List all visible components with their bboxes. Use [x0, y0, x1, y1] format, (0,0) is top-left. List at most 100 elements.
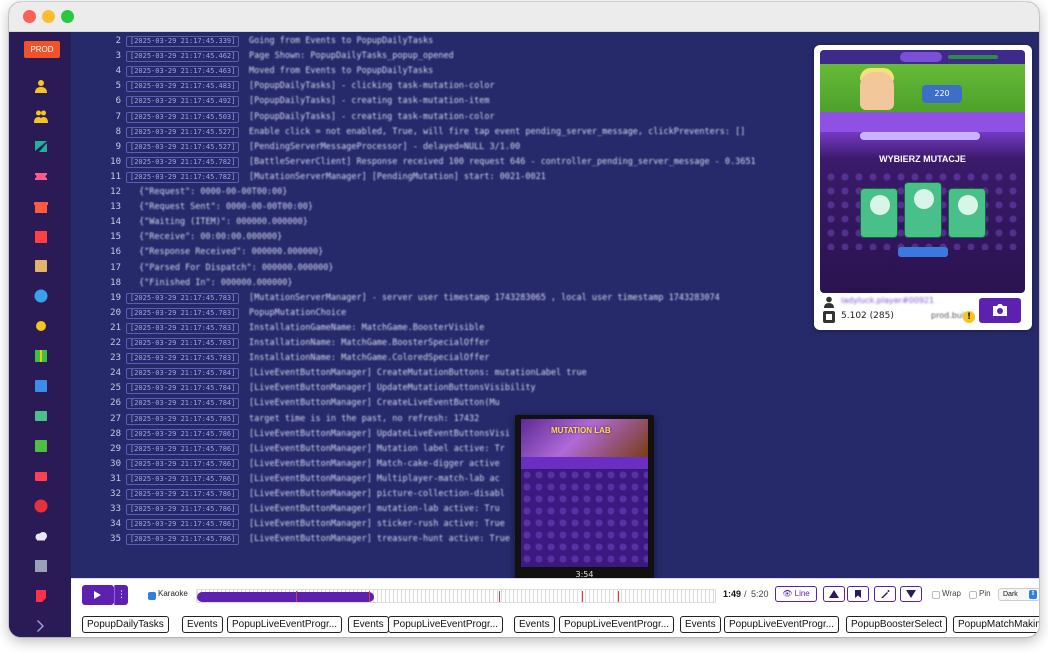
event-chip[interactable]: PopupMatchMaking: [953, 616, 1039, 633]
log-message: InstallationName: MatchGame.BoosterSpeci…: [249, 338, 490, 348]
globe-icon[interactable]: [34, 289, 48, 303]
log-line[interactable]: 21 [2025-03-29 21:17:45.783] InstallationG…: [71, 321, 809, 336]
gift-icon[interactable]: [34, 199, 48, 213]
log-line[interactable]: 12 {"Request": 0000-00-00T00:00}: [71, 185, 809, 200]
log-line[interactable]: 24 [2025-03-29 21:17:45.784] [LiveEventBut…: [71, 366, 809, 381]
gift-box-icon[interactable]: [34, 349, 48, 363]
log-line[interactable]: 32 [2025-03-29 21:17:45.786] [LiveEventBut…: [71, 487, 809, 502]
line-number: 27: [110, 413, 121, 424]
log-line[interactable]: 22 [2025-03-29 21:17:45.783] InstallationN…: [71, 336, 809, 351]
timeline-scrubber[interactable]: [196, 589, 716, 603]
package-icon[interactable]: [34, 259, 48, 273]
log-line[interactable]: 14 {"Waiting (ITEM)": 000000.000000}: [71, 215, 809, 230]
scroll-down-button[interactable]: [900, 586, 922, 602]
video-preview-popup[interactable]: MUTATION LAB 3:54: [515, 415, 654, 586]
event-chip[interactable]: Events: [348, 616, 389, 633]
zendesk-icon[interactable]: [34, 139, 48, 153]
log-line[interactable]: 9 [2025-03-29 21:17:45.527] [PendingServer…: [71, 140, 809, 155]
event-chip[interactable]: PopupBoosterSelect: [846, 616, 948, 633]
line-toggle-button[interactable]: 👁 Line: [775, 586, 817, 602]
log-timestamp: [2025-03-29 21:17:45.784]: [126, 398, 240, 410]
game-preview-panel: 220 WYBIERZ MUTACJE ladyluck.player#0092…: [814, 45, 1032, 330]
close-window-button[interactable]: [23, 10, 36, 23]
chevron-right-icon[interactable]: [34, 619, 48, 633]
play-button[interactable]: [82, 585, 114, 605]
timeline-marker[interactable]: [581, 591, 583, 602]
wrap-checkbox[interactable]: [932, 591, 940, 599]
log-line[interactable]: 16 {"Response Received": 000000.000000}: [71, 245, 809, 260]
event-chip[interactable]: Events: [182, 616, 223, 633]
log-timestamp: [2025-03-29 21:17:45.785]: [126, 413, 240, 425]
ticket-icon[interactable]: [34, 169, 48, 183]
log-line[interactable]: 8 [2025-03-29 21:17:45.527] Enable click =…: [71, 125, 809, 140]
notes-icon[interactable]: [34, 439, 48, 453]
table-icon[interactable]: [34, 559, 48, 573]
pinterest-icon[interactable]: [34, 499, 48, 513]
timeline-marker[interactable]: [295, 591, 297, 602]
timeline-marker[interactable]: [618, 591, 620, 602]
log-line[interactable]: 26 [2025-03-29 21:17:45.784] [LiveEventBut…: [71, 396, 809, 411]
minimize-window-button[interactable]: [42, 10, 55, 23]
log-line[interactable]: 2 [2025-03-29 21:17:45.339] Going from Eve…: [71, 34, 809, 49]
maximize-window-button[interactable]: [61, 10, 74, 23]
log-line[interactable]: 17 {"Parsed For Dispatch": 000000.000000}: [71, 261, 809, 276]
event-chip[interactable]: PopupLiveEventProgr...: [388, 616, 504, 633]
log-line[interactable]: 13 {"Request Sent": 0000-00-00T00:00}: [71, 200, 809, 215]
environment-badge[interactable]: PROD: [24, 41, 60, 58]
pin-checkbox[interactable]: [969, 591, 977, 599]
log-viewer[interactable]: 2 [2025-03-29 21:17:45.339] Going from Eve…: [71, 32, 809, 578]
log-line[interactable]: 23 [2025-03-29 21:17:45.783] InstallationN…: [71, 351, 809, 366]
list-icon[interactable]: [34, 379, 48, 393]
event-chip[interactable]: PopupLiveEventProgr...: [724, 616, 840, 633]
log-line[interactable]: 7 [2025-03-29 21:17:45.503] [PopupDailyTas…: [71, 110, 809, 125]
timeline-marker[interactable]: [498, 591, 500, 602]
scroll-up-button[interactable]: [823, 586, 845, 602]
magic-button[interactable]: [874, 586, 896, 602]
log-line[interactable]: 18 {"Finished In": 000000.000000}: [71, 276, 809, 291]
sticker-icon[interactable]: [34, 589, 48, 603]
event-chip[interactable]: PopupLiveEventProgr...: [559, 616, 675, 633]
log-line[interactable]: 19 [2025-03-29 21:17:45.783] [MutationServ…: [71, 291, 809, 306]
more-options-button[interactable]: ⋮: [114, 585, 128, 605]
log-line[interactable]: 30 [2025-03-29 21:17:45.786] [LiveEventBut…: [71, 457, 809, 472]
bookmark-button[interactable]: [847, 586, 869, 602]
log-line[interactable]: 10 [2025-03-29 21:17:45.782] [BattleServer…: [71, 155, 809, 170]
event-chip[interactable]: Events: [680, 616, 721, 633]
timeline-progress: [197, 592, 374, 602]
log-line[interactable]: 33 [2025-03-29 21:17:45.786] [LiveEventBut…: [71, 502, 809, 517]
log-line[interactable]: 27 [2025-03-29 21:17:45.785] target time i…: [71, 412, 809, 427]
event-chip[interactable]: PopupDailyTasks: [82, 616, 169, 633]
timeline-marker[interactable]: [368, 591, 370, 602]
theme-select[interactable]: Dark ⇕: [998, 588, 1039, 601]
users-icon[interactable]: [34, 109, 48, 123]
calendar-icon[interactable]: [34, 229, 48, 243]
event-chip[interactable]: PopupLiveEventProgr...: [227, 616, 343, 633]
user-icon[interactable]: [34, 79, 48, 93]
log-line[interactable]: 35 [2025-03-29 21:17:45.786] [LiveEventBut…: [71, 532, 809, 547]
warning-icon[interactable]: !: [963, 311, 975, 323]
log-message: Page Shown: PopupDailyTasks_popup_opened: [249, 51, 454, 62]
cloud-icon[interactable]: [34, 529, 48, 543]
sun-icon[interactable]: [34, 319, 48, 333]
log-line[interactable]: 3 [2025-03-29 21:17:45.462] Page Shown: Po…: [71, 49, 809, 64]
karaoke-checkbox[interactable]: [148, 592, 156, 600]
log-timestamp: [2025-03-29 21:17:45.339]: [126, 36, 240, 47]
log-line[interactable]: 4 [2025-03-29 21:17:45.463] Moved from Eve…: [71, 64, 809, 79]
event-chip[interactable]: Events: [514, 616, 555, 633]
log-line[interactable]: 25 [2025-03-29 21:17:45.784] [LiveEventBut…: [71, 381, 809, 396]
mail-icon[interactable]: [34, 469, 48, 483]
image-icon[interactable]: [34, 409, 48, 423]
select-arrow-icon: ⇕: [1029, 590, 1037, 599]
log-timestamp: [2025-03-29 21:17:45.527]: [126, 141, 240, 153]
log-line[interactable]: 11 [2025-03-29 21:17:45.782] [MutationServ…: [71, 170, 809, 185]
log-line[interactable]: 34 [2025-03-29 21:17:45.786] [LiveEventBut…: [71, 517, 809, 532]
log-line[interactable]: 29 [2025-03-29 21:17:45.786] [LiveEventBut…: [71, 442, 809, 457]
log-line[interactable]: 28 [2025-03-29 21:17:45.786] [LiveEventBut…: [71, 427, 809, 442]
log-line[interactable]: 15 {"Receive": 00:00:00.000000}: [71, 230, 809, 245]
log-line[interactable]: 5 [2025-03-29 21:17:45.483] [PopupDailyTas…: [71, 79, 809, 94]
screenshot-button[interactable]: [979, 298, 1021, 323]
log-message: InstallationName: MatchGame.ColoredSpeci…: [249, 353, 490, 364]
log-line[interactable]: 20 [2025-03-29 21:17:45.783] PopupMutation…: [71, 306, 809, 321]
log-line[interactable]: 6 [2025-03-29 21:17:45.492] [PopupDailyTas…: [71, 94, 809, 109]
log-line[interactable]: 31 [2025-03-29 21:17:45.786] [LiveEventBut…: [71, 472, 809, 487]
